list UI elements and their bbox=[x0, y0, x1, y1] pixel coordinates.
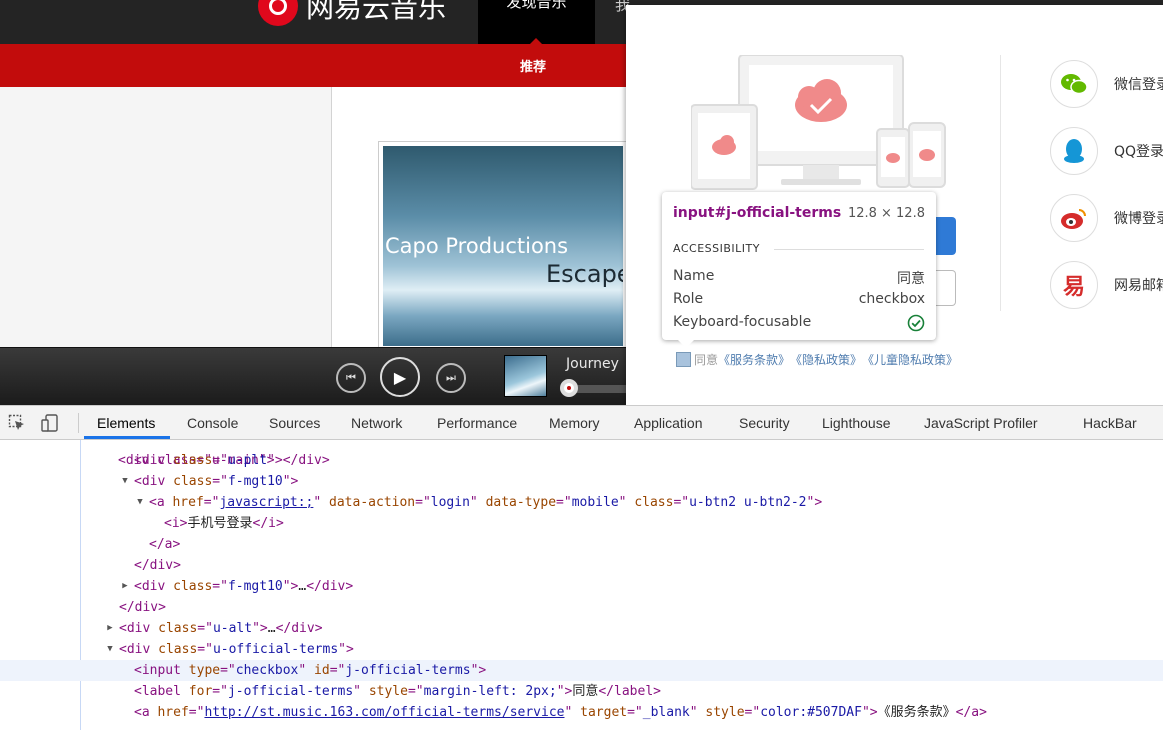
collapsed-arrow-icon[interactable]: ▶ bbox=[105, 618, 115, 639]
dom-line[interactable]: <label for="j-official-terms" style="mar… bbox=[0, 681, 1163, 702]
dom-line[interactable]: ▶ <div class="f-mgt10">…</div> bbox=[0, 576, 1163, 597]
web-page: 网易云音乐 发现音乐 我 推荐 Capo Productions Escape … bbox=[0, 0, 1163, 405]
dom-line[interactable]: <div class="u-main"> bbox=[0, 429, 1163, 468]
expanded-arrow-icon[interactable]: ▼ bbox=[135, 492, 145, 513]
next-track-button[interactable]: ⏭ bbox=[436, 363, 466, 393]
attr-value: _blank bbox=[642, 705, 690, 720]
nav-discover-music[interactable]: 发现音乐 bbox=[478, 0, 595, 44]
children-privacy-link[interactable]: 《儿童隐私政策》 bbox=[862, 351, 958, 368]
text-node: 手机号登录 bbox=[187, 516, 253, 531]
tooltip-value: checkbox bbox=[858, 291, 925, 307]
play-icon: ▶ bbox=[393, 367, 407, 387]
attr-value: u-alt bbox=[212, 621, 253, 636]
nav-discover-label: 发现音乐 bbox=[506, 0, 567, 11]
attr-value: mobile bbox=[571, 495, 619, 510]
dom-line[interactable]: ▶ <div class="u-alt">…</div> bbox=[0, 618, 1163, 639]
tooltip-element-name: input#j-official-terms bbox=[673, 205, 842, 221]
dom-line-selected[interactable]: <input type="checkbox" id="j-official-te… bbox=[0, 660, 1163, 681]
tooltip-key: Role bbox=[673, 291, 704, 307]
dom-line[interactable]: </div> bbox=[0, 597, 1163, 618]
dom-line[interactable]: ▼ <div class="f-mgt10"> bbox=[0, 471, 1163, 492]
tooltip-row-role: Role checkbox bbox=[673, 291, 925, 307]
dom-line[interactable]: ▼ <div class="u-official-terms"> bbox=[0, 639, 1163, 660]
tooltip-key: Name bbox=[673, 268, 715, 284]
banner-text-1: Capo Productions bbox=[385, 234, 569, 258]
dom-line[interactable]: </div> bbox=[0, 555, 1163, 576]
tooltip-row-name: Name 同意 bbox=[673, 268, 925, 288]
banner[interactable]: Capo Productions Escape bbox=[378, 141, 628, 351]
expanded-arrow-icon[interactable]: ▼ bbox=[105, 639, 115, 660]
attr-value: j-official-terms bbox=[227, 684, 354, 699]
tooltip-divider bbox=[774, 249, 924, 250]
banner-image: Capo Productions Escape bbox=[383, 146, 623, 346]
dom-line[interactable]: <div class="u-plt"></div> bbox=[0, 450, 1163, 471]
attr-value: f-mgt10 bbox=[227, 474, 283, 489]
tooltip-key: Keyboard-focusable bbox=[673, 314, 812, 330]
attr-value: f-mgt10 bbox=[227, 579, 283, 594]
left-panel bbox=[0, 87, 332, 347]
dom-line[interactable]: <a href="http://st.music.163.com/officia… bbox=[0, 702, 1163, 723]
inspect-tooltip: input#j-official-terms 12.8 × 12.8 ACCES… bbox=[662, 192, 936, 348]
text-node: 《服务条款》 bbox=[877, 705, 956, 720]
tooltip-value: 同意 bbox=[897, 271, 925, 287]
music-player-bar: ⏮ ▶ ⏭ Journey bbox=[0, 347, 630, 405]
netease-mail-icon: 易 bbox=[1050, 261, 1098, 309]
progress-handle[interactable] bbox=[560, 379, 578, 397]
logo-text: 网易云音乐 bbox=[306, 0, 447, 24]
social-label: 网易邮箱 bbox=[1114, 278, 1163, 294]
play-button[interactable]: ▶ bbox=[380, 357, 420, 397]
site-logo[interactable]: 网易云音乐 bbox=[258, 0, 446, 26]
social-login-netease-mail[interactable]: 易 网易邮箱 bbox=[1050, 261, 1163, 309]
expanded-arrow-icon[interactable]: ▼ bbox=[120, 471, 130, 492]
terms-checkbox[interactable] bbox=[676, 352, 691, 367]
official-terms: 同意 《服务条款》 《隐私政策》 《儿童隐私政策》 bbox=[676, 351, 958, 368]
attr-value: login bbox=[430, 495, 470, 510]
qq-icon bbox=[1050, 127, 1098, 175]
previous-track-button[interactable]: ⏮ bbox=[336, 363, 366, 393]
track-title[interactable]: Journey bbox=[566, 356, 619, 372]
attr-value: margin-left: 2px; bbox=[423, 684, 557, 699]
service-terms-link[interactable]: 《服务条款》 bbox=[718, 351, 790, 368]
attr-link[interactable]: javascript:; bbox=[219, 495, 313, 510]
next-icon: ⏭ bbox=[446, 371, 456, 384]
devices-illustration bbox=[691, 55, 946, 190]
social-label: 微信登录 bbox=[1114, 77, 1163, 93]
social-label: 微博登录 bbox=[1114, 211, 1163, 227]
weibo-icon bbox=[1050, 194, 1098, 242]
tooltip-section-title: ACCESSIBILITY bbox=[673, 242, 760, 255]
screen: 网易云音乐 发现音乐 我 推荐 Capo Productions Escape … bbox=[0, 0, 1163, 730]
privacy-policy-link[interactable]: 《隐私政策》 bbox=[790, 351, 862, 368]
modal-divider bbox=[1000, 55, 1001, 311]
check-circle-icon bbox=[907, 314, 925, 332]
social-login-qq[interactable]: QQ登录 bbox=[1050, 127, 1163, 175]
attr-value: u-plt bbox=[227, 453, 268, 468]
tooltip-row-focusable: Keyboard-focusable bbox=[673, 314, 925, 332]
attr-value: color:#507DAF bbox=[760, 705, 862, 720]
attr-link[interactable]: http://st.music.163.com/official-terms/s… bbox=[204, 705, 564, 720]
social-label: QQ登录 bbox=[1114, 144, 1163, 160]
attr-value: j-official-terms bbox=[345, 663, 471, 678]
attr-value: u-btn2 u-btn2-2 bbox=[689, 495, 807, 510]
social-login-weibo[interactable]: 微博登录 bbox=[1050, 194, 1163, 242]
netease-music-logo-icon bbox=[258, 0, 298, 26]
text-node: 同意 bbox=[572, 684, 599, 699]
tooltip-element-size: 12.8 × 12.8 bbox=[847, 206, 925, 221]
wechat-icon bbox=[1050, 60, 1098, 108]
elements-dom-tree: <div class="u-main"> <div class="u-plt">… bbox=[0, 440, 1163, 730]
banner-text-2: Escape bbox=[546, 260, 623, 288]
social-login-wechat[interactable]: 微信登录 bbox=[1050, 60, 1163, 108]
dom-line[interactable]: ▼ <a href="javascript:;" data-action="log… bbox=[0, 492, 1163, 513]
attr-value: u-official-terms bbox=[212, 642, 339, 657]
album-cover[interactable] bbox=[504, 355, 547, 397]
collapsed-arrow-icon[interactable]: ▶ bbox=[120, 576, 130, 597]
subnav-recommend[interactable]: 推荐 bbox=[520, 56, 546, 75]
attr-value: checkbox bbox=[235, 663, 299, 678]
dom-line[interactable]: <i>手机号登录</i> bbox=[0, 513, 1163, 534]
dom-line[interactable]: </a> bbox=[0, 534, 1163, 555]
terms-agree-label[interactable]: 同意 bbox=[694, 351, 718, 368]
previous-icon: ⏮ bbox=[346, 371, 356, 384]
